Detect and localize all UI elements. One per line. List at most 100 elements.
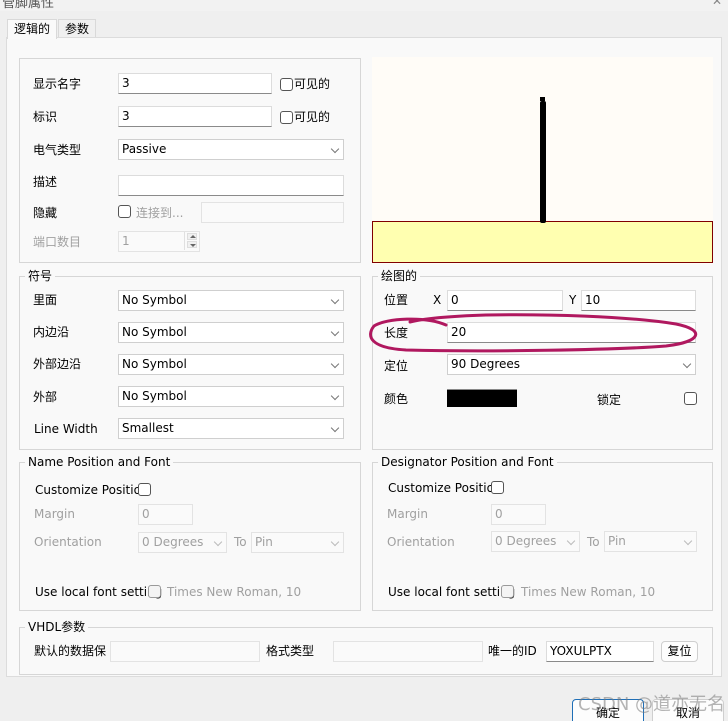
designator-visible-checkbox[interactable] bbox=[280, 111, 293, 124]
tab-parameters[interactable]: 参数 bbox=[58, 19, 97, 38]
chevron-down-icon bbox=[330, 423, 340, 433]
orientation-select[interactable]: 90 Degrees bbox=[447, 354, 696, 375]
tab-logical[interactable]: 逻辑的 bbox=[7, 19, 58, 39]
designator-to-value: Pin bbox=[608, 534, 626, 548]
position-y-input[interactable]: 10 bbox=[581, 290, 696, 311]
display-name-input[interactable]: 3 bbox=[118, 73, 272, 94]
line-width-value: Smallest bbox=[122, 421, 174, 435]
locked-label: 锁定 bbox=[597, 393, 622, 407]
chevron-down-icon bbox=[213, 537, 223, 547]
symbol-inside-label: 里面 bbox=[33, 293, 58, 307]
position-label: 位置 bbox=[384, 293, 409, 307]
spin-down-icon bbox=[187, 241, 197, 248]
chevron-down-icon bbox=[566, 536, 576, 546]
reset-button[interactable]: 复位 bbox=[661, 641, 698, 662]
chevron-down-icon bbox=[330, 144, 340, 154]
name-local-font-label: Use local font setting bbox=[35, 585, 163, 599]
port-count-spinner bbox=[184, 232, 198, 250]
hide-checkbox[interactable] bbox=[118, 205, 131, 218]
chevron-down-icon bbox=[330, 295, 340, 305]
designator-margin-label: Margin bbox=[387, 507, 428, 521]
vhdl-default-input[interactable] bbox=[110, 641, 260, 662]
symbol-inside-edge-select[interactable]: No Symbol bbox=[118, 322, 344, 343]
graphical-title: 绘图的 bbox=[378, 269, 421, 283]
name-to-label: To bbox=[234, 535, 247, 549]
designator-orientation-label: Orientation bbox=[387, 535, 455, 549]
electrical-type-value: Passive bbox=[122, 142, 167, 156]
vhdl-format-label: 格式类型 bbox=[266, 644, 315, 658]
connect-to-input bbox=[201, 202, 344, 223]
chevron-down-icon bbox=[683, 536, 693, 546]
title-bar: 管脚属性 ✕ bbox=[0, 0, 728, 11]
symbol-outside-value: No Symbol bbox=[122, 389, 187, 403]
color-label: 颜色 bbox=[384, 392, 409, 406]
unique-id-input[interactable]: YOXULPTX bbox=[546, 641, 654, 662]
electrical-type-select[interactable]: Passive bbox=[118, 139, 344, 160]
designator-local-font-label: Use local font setting bbox=[388, 585, 516, 599]
display-name-visible-checkbox[interactable] bbox=[280, 78, 293, 91]
close-icon[interactable]: ✕ bbox=[712, 0, 722, 8]
line-width-select[interactable]: Smallest bbox=[118, 418, 344, 439]
name-margin-label: Margin bbox=[34, 507, 75, 521]
hide-label: 隐藏 bbox=[33, 206, 58, 220]
name-font-title: Name Position and Font bbox=[25, 455, 174, 469]
orientation-label: 定位 bbox=[384, 359, 409, 373]
designator-customize-label: Customize Position bbox=[388, 481, 502, 495]
locked-checkbox[interactable] bbox=[684, 392, 697, 405]
pin-line bbox=[540, 101, 546, 223]
port-count-value: 1 bbox=[122, 234, 130, 248]
vhdl-default-label: 默认的数据保 bbox=[34, 644, 107, 658]
position-y-label: Y bbox=[569, 293, 577, 307]
position-x-label: X bbox=[433, 293, 442, 307]
designator-local-font-checkbox[interactable] bbox=[501, 585, 514, 598]
symbol-inside-edge-label: 内边沿 bbox=[33, 325, 70, 339]
display-name-label: 显示名字 bbox=[33, 77, 82, 91]
designator-orientation-select: 0 Degrees bbox=[491, 531, 580, 552]
designator-margin-input: 0 bbox=[491, 504, 546, 525]
unique-id-label: 唯一的ID bbox=[488, 644, 537, 658]
symbol-outside-edge-select[interactable]: No Symbol bbox=[118, 354, 344, 375]
designator-font-title: Designator Position and Font bbox=[378, 455, 557, 469]
port-count-label: 端口数目 bbox=[33, 235, 82, 249]
designator-customize-checkbox[interactable] bbox=[491, 481, 504, 494]
description-input[interactable] bbox=[118, 175, 344, 196]
designator-to-select: Pin bbox=[604, 531, 697, 552]
name-local-font-checkbox[interactable] bbox=[148, 585, 161, 598]
chevron-down-icon bbox=[330, 537, 340, 547]
chevron-down-icon bbox=[330, 359, 340, 369]
position-x-input[interactable]: 0 bbox=[447, 290, 563, 311]
name-to-select: Pin bbox=[251, 532, 344, 553]
name-font-value: Times New Roman, 10 bbox=[167, 585, 302, 599]
annotation-circle bbox=[369, 313, 698, 353]
chevron-down-icon bbox=[330, 391, 340, 401]
vhdl-format-input[interactable] bbox=[333, 641, 483, 662]
symbol-outside-select[interactable]: No Symbol bbox=[118, 386, 344, 407]
designator-label: 标识 bbox=[33, 110, 58, 124]
name-customize-checkbox[interactable] bbox=[138, 483, 151, 496]
line-width-label: Line Width bbox=[34, 422, 98, 436]
designator-visible-label: 可见的 bbox=[294, 110, 331, 124]
designator-to-label: To bbox=[587, 535, 600, 549]
pin-hotspot bbox=[540, 97, 545, 101]
window-title: 管脚属性 bbox=[2, 0, 55, 11]
connect-to-label: 连接到... bbox=[136, 206, 184, 220]
name-orientation-value: 0 Degrees bbox=[142, 535, 204, 549]
spin-up-icon bbox=[187, 233, 197, 240]
designator-font-value: Times New Roman, 10 bbox=[521, 585, 656, 599]
designator-orientation-value: 0 Degrees bbox=[495, 534, 557, 548]
symbol-inside-select[interactable]: No Symbol bbox=[118, 290, 344, 311]
orientation-value: 90 Degrees bbox=[451, 357, 521, 371]
name-customize-label: Customize Position bbox=[35, 483, 149, 497]
symbol-inside-value: No Symbol bbox=[122, 293, 187, 307]
display-name-visible-label: 可见的 bbox=[294, 77, 331, 91]
description-label: 描述 bbox=[33, 175, 58, 189]
symbol-outside-label: 外部 bbox=[33, 390, 58, 404]
watermark: CSDN @道亦无名 bbox=[578, 694, 726, 715]
name-to-value: Pin bbox=[255, 535, 273, 549]
name-orientation-label: Orientation bbox=[34, 535, 102, 549]
symbol-outside-edge-value: No Symbol bbox=[122, 357, 187, 371]
designator-input[interactable]: 3 bbox=[118, 106, 272, 127]
chevron-down-icon bbox=[330, 327, 340, 337]
component-body bbox=[372, 221, 713, 263]
color-swatch[interactable] bbox=[447, 389, 517, 407]
